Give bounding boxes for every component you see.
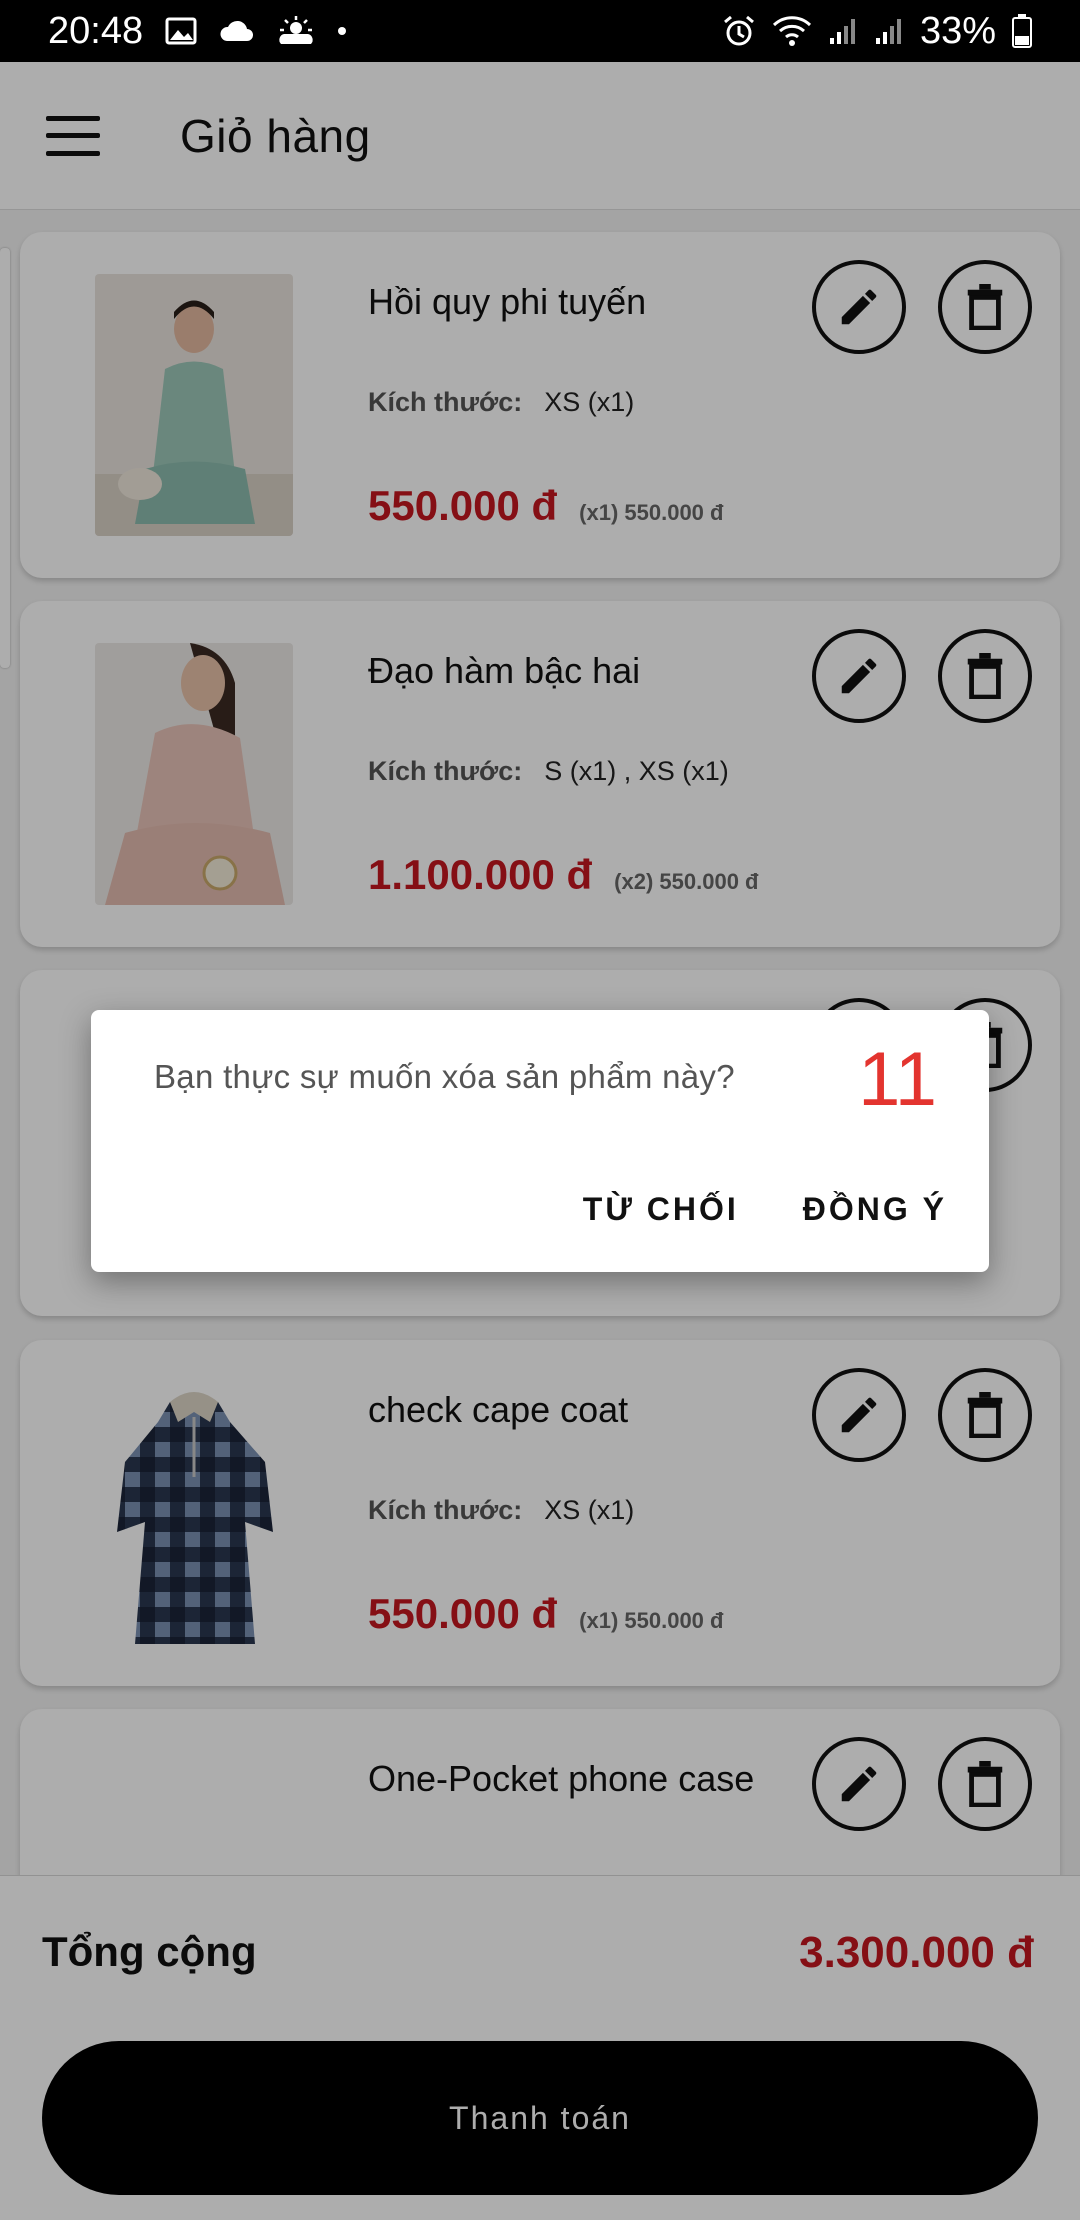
dialog-message: Bạn thực sự muốn xóa sản phẩm này? (154, 1058, 735, 1095)
dot-icon (337, 26, 347, 36)
accept-button[interactable]: ĐỒNG Ý (803, 1191, 947, 1228)
wifi-icon (772, 15, 812, 47)
sun-cloud-icon (277, 16, 315, 46)
signal-icon (828, 16, 858, 46)
signal-icon (874, 16, 904, 46)
status-bar: 20:48 33% (0, 0, 1080, 62)
dialog-actions: TỪ CHỐI ĐỒNG Ý (583, 1191, 947, 1228)
decline-button[interactable]: TỪ CHỐI (583, 1191, 739, 1228)
clock: 20:48 (48, 9, 144, 52)
alarm-icon (722, 14, 756, 48)
image-icon (165, 17, 197, 45)
battery-icon (1012, 14, 1032, 48)
confirm-delete-dialog: Bạn thực sự muốn xóa sản phẩm này? 11 TỪ… (91, 1010, 989, 1272)
cloud-icon (219, 19, 255, 43)
countdown-number: 11 (858, 1037, 937, 1122)
battery-percent: 33% (919, 9, 996, 52)
